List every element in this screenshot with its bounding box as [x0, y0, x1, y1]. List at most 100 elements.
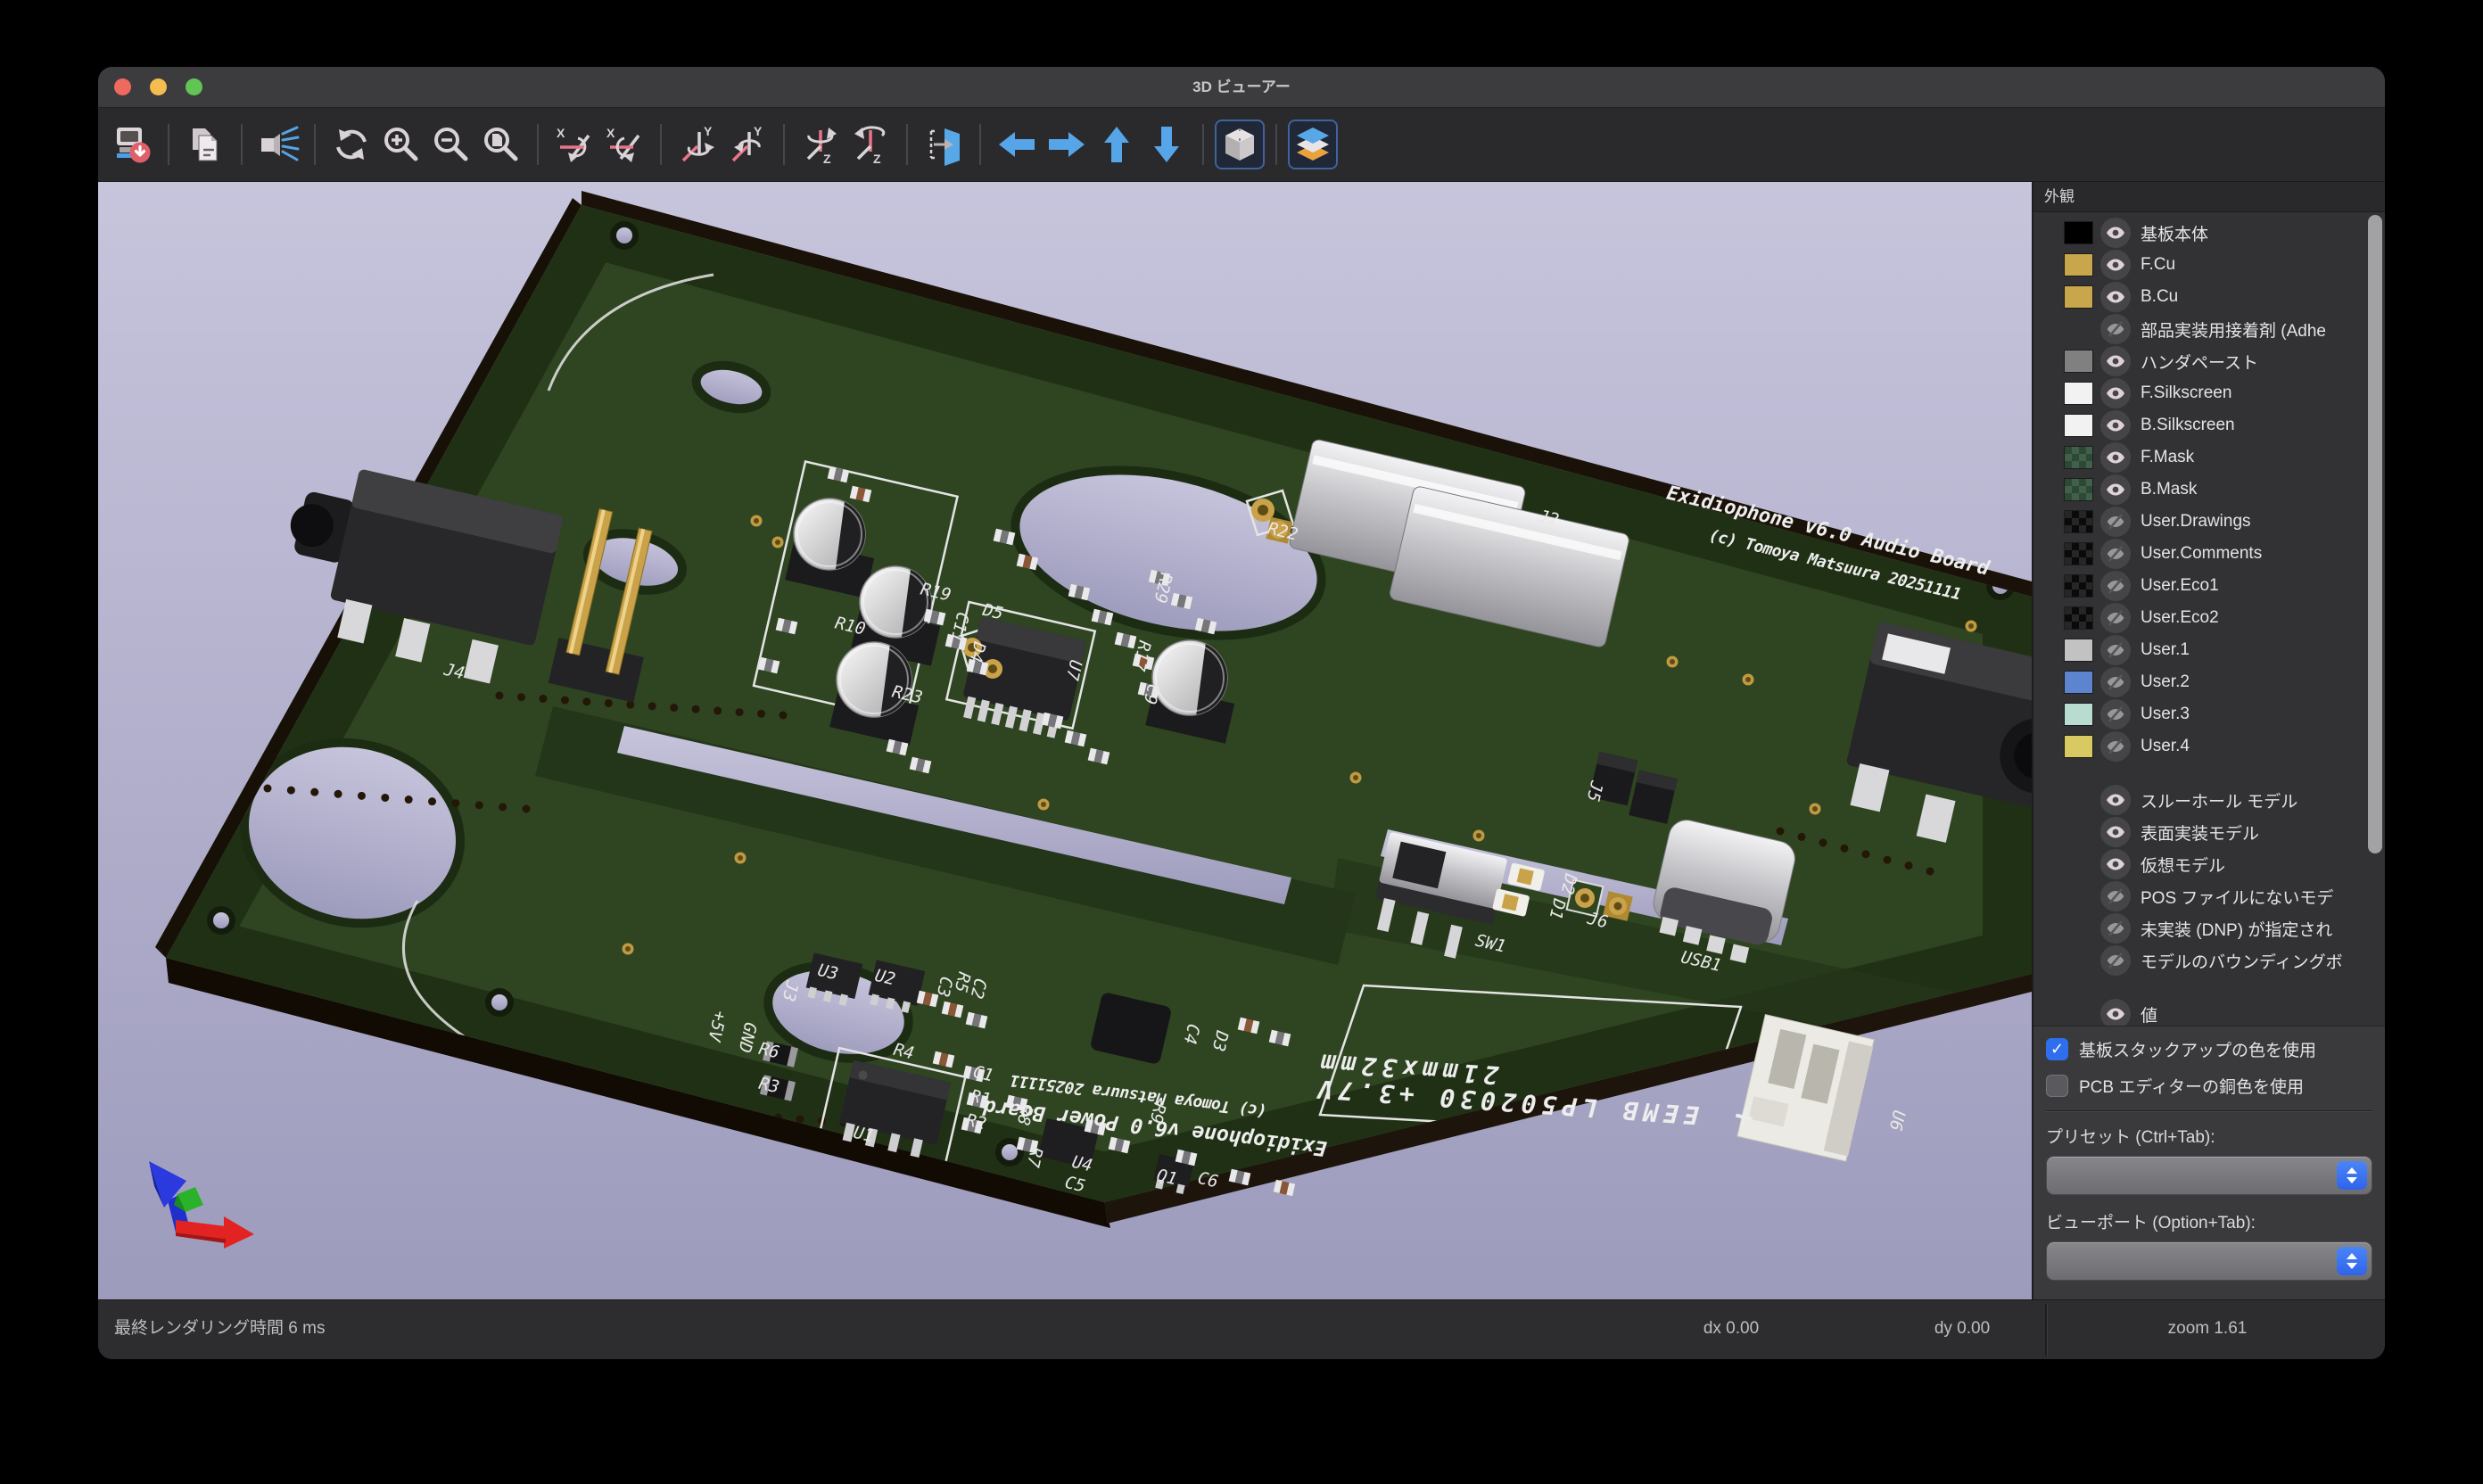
orthographic-projection-button[interactable] — [1215, 120, 1265, 169]
visibility-off-toggle[interactable] — [2100, 881, 2131, 911]
visibility-off-toggle[interactable] — [2100, 635, 2131, 665]
layer-color-swatch[interactable] — [2064, 574, 2093, 598]
toolbar-separator — [1275, 124, 1277, 165]
visibility-off-toggle[interactable] — [2100, 667, 2131, 697]
appearance-layers-button[interactable] — [1288, 120, 1338, 169]
visibility-on-toggle[interactable] — [2100, 785, 2131, 815]
layer-color-swatch[interactable] — [2064, 606, 2093, 630]
visibility-on-toggle[interactable] — [2100, 378, 2131, 408]
rotate-x-clockwise-button[interactable]: X — [549, 120, 599, 169]
layer-row-19[interactable]: 仮想モデル — [2033, 848, 2385, 880]
pan-right-button[interactable] — [1042, 120, 1092, 169]
visibility-on-toggle[interactable] — [2100, 410, 2131, 441]
layer-color-swatch[interactable] — [2064, 446, 2093, 469]
visibility-off-toggle[interactable] — [2100, 314, 2131, 344]
toolbar-separator — [906, 124, 908, 165]
layer-row-2[interactable]: B.Cu — [2033, 281, 2385, 313]
visibility-on-toggle[interactable] — [2100, 282, 2131, 312]
visibility-on-toggle[interactable] — [2100, 250, 2131, 280]
render-current-view-button[interactable] — [253, 120, 303, 169]
rotate-y-clockwise-button[interactable]: Y — [672, 120, 722, 169]
layer-row-8[interactable]: B.Mask — [2033, 474, 2385, 506]
layer-row-16[interactable]: User.4 — [2033, 730, 2385, 763]
flip-board-button[interactable] — [919, 120, 969, 169]
layer-row-4[interactable]: ハンダペースト — [2033, 345, 2385, 377]
rotate-y-counterclockwise-button[interactable]: Y — [722, 120, 772, 169]
layer-color-swatch[interactable] — [2064, 382, 2093, 405]
zoom-in-button[interactable] — [376, 120, 426, 169]
visibility-off-toggle[interactable] — [2100, 603, 2131, 633]
3d-viewport[interactable]: Exidiophone v6.0 Audio Board(c) Tomoya M… — [98, 182, 2032, 1299]
layer-row-1[interactable]: F.Cu — [2033, 249, 2385, 281]
layer-color-swatch[interactable] — [2064, 639, 2093, 662]
pan-up-button[interactable] — [1092, 120, 1142, 169]
layer-color-swatch[interactable] — [2064, 285, 2093, 309]
layer-color-swatch[interactable] — [2064, 671, 2093, 694]
visibility-on-toggle[interactable] — [2100, 442, 2131, 473]
layer-color-swatch[interactable] — [2064, 253, 2093, 276]
layer-color-swatch[interactable] — [2064, 221, 2093, 244]
layer-row-17[interactable]: スルーホール モデル — [2033, 784, 2385, 816]
scrollbar-thumb[interactable] — [2368, 215, 2382, 853]
visibility-on-toggle[interactable] — [2100, 999, 2131, 1026]
zoom-to-fit-button[interactable] — [476, 120, 526, 169]
layer-row-22[interactable]: モデルのバウンディングボ — [2033, 944, 2385, 977]
visibility-on-toggle[interactable] — [2100, 817, 2131, 847]
titlebar[interactable]: 3D ビューアー — [98, 67, 2385, 108]
layer-row-3[interactable]: 部品実装用接着剤 (Adhe — [2033, 313, 2385, 345]
layer-row-7[interactable]: F.Mask — [2033, 441, 2385, 474]
layer-row-12[interactable]: User.Eco2 — [2033, 602, 2385, 634]
layer-row-20[interactable]: POS ファイルにないモデ — [2033, 880, 2385, 912]
visibility-off-toggle[interactable] — [2100, 731, 2131, 762]
layer-row-0[interactable]: 基板本体 — [2033, 217, 2385, 249]
visibility-off-toggle[interactable] — [2100, 913, 2131, 944]
rotate-x-counterclockwise-button[interactable]: X — [599, 120, 649, 169]
preset-dropdown[interactable] — [2046, 1156, 2372, 1195]
layer-color-swatch[interactable] — [2064, 414, 2093, 437]
layer-row-21[interactable]: 未実装 (DNP) が指定され — [2033, 912, 2385, 944]
export-board-image-button[interactable] — [107, 120, 157, 169]
layer-row-10[interactable]: User.Comments — [2033, 538, 2385, 570]
visibility-on-toggle[interactable] — [2100, 474, 2131, 505]
stepper-icon[interactable] — [2337, 1247, 2367, 1275]
rotate-z-counterclockwise-button[interactable]: Z — [846, 120, 895, 169]
layer-color-swatch[interactable] — [2064, 703, 2093, 726]
layer-row-15[interactable]: User.3 — [2033, 698, 2385, 730]
layer-label: B.Mask — [2141, 480, 2385, 499]
eye-visible-icon — [2105, 853, 2126, 875]
layer-color-swatch[interactable] — [2064, 510, 2093, 533]
layer-list-scrollbar[interactable] — [2367, 215, 2383, 1022]
copy-image-button[interactable] — [180, 120, 230, 169]
layer-row-6[interactable]: B.Silkscreen — [2033, 409, 2385, 441]
refresh-view-button[interactable] — [326, 120, 376, 169]
visibility-off-toggle[interactable] — [2100, 699, 2131, 730]
layer-color-swatch[interactable] — [2064, 542, 2093, 565]
zoom-out-button[interactable] — [426, 120, 476, 169]
visibility-on-toggle[interactable] — [2100, 346, 2131, 376]
visibility-on-toggle[interactable] — [2100, 218, 2131, 248]
visibility-off-toggle[interactable] — [2100, 507, 2131, 537]
pan-down-button[interactable] — [1142, 120, 1192, 169]
checkbox-row-0[interactable]: ✓基板スタックアップの色を使用 — [2046, 1037, 2372, 1061]
layer-row-11[interactable]: User.Eco1 — [2033, 570, 2385, 602]
checkbox-row-1[interactable]: PCB エディターの銅色を使用 — [2046, 1074, 2372, 1098]
visibility-on-toggle[interactable] — [2100, 849, 2131, 879]
layer-row-23[interactable]: 値 — [2033, 998, 2385, 1026]
viewport-dropdown[interactable] — [2046, 1241, 2372, 1281]
checkbox-checked[interactable]: ✓ — [2046, 1038, 2068, 1060]
pan-left-button[interactable] — [992, 120, 1042, 169]
layer-color-swatch[interactable] — [2064, 350, 2093, 373]
visibility-off-toggle[interactable] — [2100, 571, 2131, 601]
layer-row-13[interactable]: User.1 — [2033, 634, 2385, 666]
visibility-off-toggle[interactable] — [2100, 945, 2131, 976]
layer-row-14[interactable]: User.2 — [2033, 666, 2385, 698]
checkbox-unchecked[interactable] — [2046, 1075, 2068, 1097]
stepper-icon[interactable] — [2337, 1161, 2367, 1190]
layer-row-9[interactable]: User.Drawings — [2033, 506, 2385, 538]
layer-color-swatch[interactable] — [2064, 478, 2093, 501]
layer-color-swatch[interactable] — [2064, 735, 2093, 758]
layer-row-18[interactable]: 表面実装モデル — [2033, 816, 2385, 848]
visibility-off-toggle[interactable] — [2100, 539, 2131, 569]
rotate-z-clockwise-button[interactable]: Z — [796, 120, 846, 169]
layer-row-5[interactable]: F.Silkscreen — [2033, 377, 2385, 409]
